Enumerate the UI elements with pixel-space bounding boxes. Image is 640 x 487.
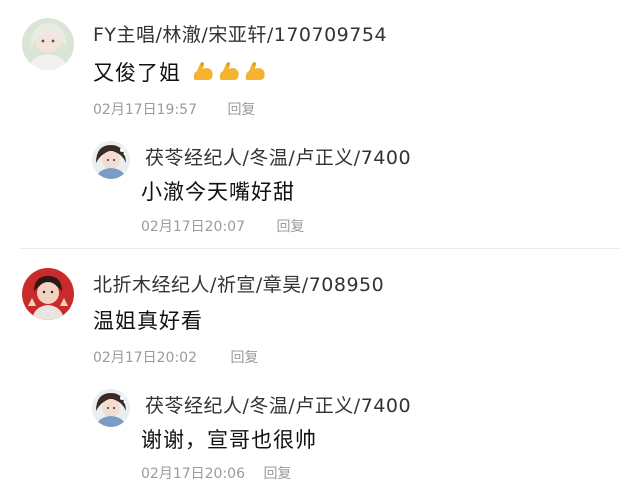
comment-timestamp: 02月17日20:02 <box>93 350 197 366</box>
avatar[interactable] <box>92 141 130 179</box>
reply-meta: 02月17日20:06 回复 <box>141 463 291 483</box>
comment-text-content: 又俊了姐 <box>93 61 181 85</box>
reply-timestamp: 02月17日20:06 <box>141 466 245 482</box>
divider <box>20 248 620 249</box>
flexed-biceps-icon <box>189 61 267 85</box>
avatar[interactable] <box>22 268 74 320</box>
comment-username[interactable]: FY主唱/林澈/宋亚轩/170709754 <box>93 20 387 47</box>
reply-button[interactable]: 回复 <box>230 347 258 367</box>
avatar[interactable] <box>22 18 74 70</box>
reply-button[interactable]: 回复 <box>276 216 304 236</box>
reply-username[interactable]: 茯苓经纪人/冬温/卢正义/7400 <box>145 143 411 170</box>
comment-username[interactable]: 北折木经纪人/祈宣/章昊/708950 <box>93 270 384 297</box>
reply-username[interactable]: 茯苓经纪人/冬温/卢正义/7400 <box>145 391 411 418</box>
comment-timestamp: 02月17日19:57 <box>93 102 197 118</box>
comment-meta: 02月17日19:57 回复 <box>93 99 255 119</box>
avatar[interactable] <box>92 389 130 427</box>
reply-text: 谢谢，宣哥也很帅 <box>141 428 317 452</box>
comment-meta: 02月17日20:02 回复 <box>93 347 258 367</box>
comment-text: 温姐真好看 <box>93 309 203 333</box>
reply-button[interactable]: 回复 <box>227 99 255 119</box>
comment-text: 又俊了姐 <box>93 57 267 87</box>
reply-button[interactable]: 回复 <box>263 463 291 483</box>
reply-meta: 02月17日20:07 回复 <box>141 216 304 236</box>
reply-text: 小澈今天嘴好甜 <box>141 180 295 204</box>
reply-timestamp: 02月17日20:07 <box>141 219 245 235</box>
